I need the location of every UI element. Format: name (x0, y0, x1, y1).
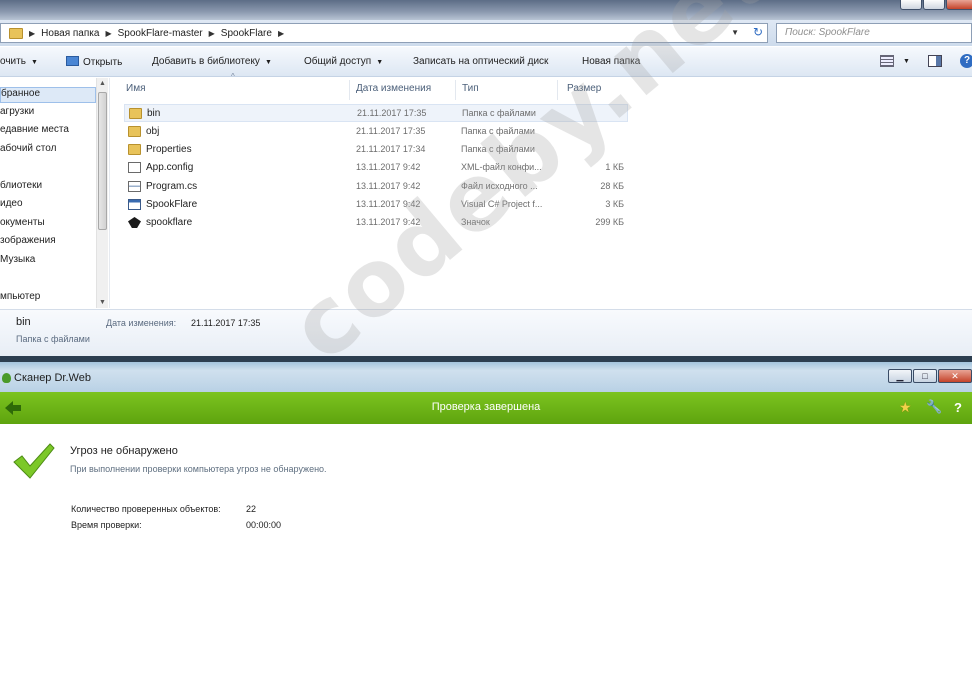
help-icon[interactable]: ? (960, 54, 972, 68)
file-date: 21.11.2017 17:34 (356, 144, 426, 154)
folder-icon (128, 144, 141, 155)
nav-item-computer[interactable]: мпьютер (0, 291, 96, 307)
scroll-up-icon[interactable]: ▲ (99, 80, 106, 87)
scroll-down-icon[interactable]: ▼ (99, 299, 106, 306)
burn-button[interactable]: Записать на оптический диск (413, 56, 548, 67)
file-size: 299 КБ (595, 217, 624, 227)
nav-item-favorites[interactable]: бранное (0, 87, 96, 103)
add-to-library-label: Добавить в библиотеку (152, 56, 260, 67)
breadcrumb-item[interactable]: SpookFlare-master (118, 28, 203, 39)
drweb-header-bar: Проверка завершена ★ 🔧 ? (0, 392, 972, 424)
stat-label: Время проверки: (71, 520, 142, 530)
file-date: 21.11.2017 17:35 (356, 126, 426, 136)
nav-item-libraries[interactable]: блиотеки (0, 180, 96, 196)
result-description: При выполнении проверки компьютера угроз… (70, 464, 327, 474)
chevron-down-icon: ▼ (376, 59, 384, 66)
file-name: Properties (146, 144, 192, 155)
share-button[interactable]: Общий доступ ▼ (304, 56, 383, 67)
file-name: Program.cs (146, 181, 198, 192)
maximize-button[interactable] (923, 0, 945, 10)
breadcrumb-item[interactable]: SpookFlare (221, 28, 272, 39)
chevron-right-icon: ▶ (105, 28, 112, 38)
cs-file-icon (128, 181, 141, 192)
open-icon (66, 56, 79, 66)
stat-value: 22 (246, 504, 257, 514)
chevron-down-icon: ▼ (30, 59, 38, 66)
chevron-down-icon: ▼ (264, 59, 272, 66)
file-name: App.config (146, 162, 194, 173)
chevron-right-icon: ▶ (208, 28, 215, 38)
window-title: Сканер Dr.Web (14, 372, 91, 384)
star-icon[interactable]: ★ (899, 399, 912, 416)
column-header-date[interactable]: Дата изменения (356, 80, 456, 100)
folder-icon (129, 108, 142, 119)
drweb-scanner-window: Сканер Dr.Web ▁ □ ✕ Проверка завершена ★… (0, 356, 972, 684)
navigation-pane: бранное агрузки едавние места абочий сто… (0, 78, 110, 308)
chevron-right-icon[interactable]: ▶ (278, 29, 284, 38)
result-heading: Угроз не обнаружено (70, 445, 178, 457)
nav-scrollbar[interactable]: ▲ ▼ (96, 78, 108, 308)
minimize-button[interactable]: ▁ (888, 369, 912, 383)
file-name: spookflare (146, 217, 193, 228)
chevron-down-icon[interactable]: ▼ (903, 58, 910, 65)
config-file-icon (128, 162, 141, 173)
csproj-file-icon (128, 199, 141, 210)
file-name: bin (147, 108, 161, 119)
open-label: Открыть (83, 57, 123, 68)
file-date: 13.11.2017 9:42 (356, 162, 421, 172)
chevron-right-icon: ▶ (29, 28, 36, 38)
nav-item-desktop[interactable]: абочий стол (0, 143, 96, 159)
nav-item-music[interactable]: Музыка (0, 254, 96, 270)
details-pane: bin Дата изменения: 21.11.2017 17:35 Пап… (0, 309, 972, 356)
details-date-label: Дата изменения: (106, 318, 177, 328)
close-button[interactable]: ✕ (938, 369, 972, 383)
organize-button[interactable]: очить ▼ (0, 56, 38, 67)
address-row: ▶ Новая папка ▶ SpookFlare-master ▶ Spoo… (0, 20, 972, 46)
folder-icon (128, 126, 141, 137)
organize-label: очить (0, 56, 26, 67)
nav-item-downloads[interactable]: агрузки (0, 106, 96, 122)
nav-item-images[interactable]: зображения (0, 235, 96, 251)
file-size: 3 КБ (605, 199, 624, 209)
wrench-icon[interactable]: 🔧 (926, 399, 942, 415)
folder-icon (9, 27, 23, 39)
stat-value: 00:00:00 (246, 520, 282, 530)
view-options-icon[interactable] (880, 55, 894, 67)
scrollbar-thumb[interactable] (98, 92, 107, 230)
nav-item-video[interactable]: идео (0, 198, 96, 214)
preview-pane-icon[interactable] (928, 55, 942, 67)
command-bar: очить ▼ Открыть Добавить в библиотеку ▼ Об… (0, 47, 972, 77)
minimize-button[interactable] (900, 0, 922, 10)
details-type: Папка с файлами (16, 334, 90, 344)
file-name: obj (146, 126, 160, 137)
nav-item-documents[interactable]: окументы (0, 217, 96, 233)
drweb-logo-icon (2, 373, 11, 383)
add-to-library-button[interactable]: Добавить в библиотеку ▼ (152, 56, 272, 67)
details-name: bin (16, 316, 31, 328)
nav-item-recent[interactable]: едавние места (0, 124, 96, 140)
status-title: Проверка завершена (431, 401, 541, 413)
search-input[interactable]: Поиск: SpookFlare (776, 23, 972, 43)
spookflare-ico-icon (128, 217, 141, 228)
drweb-titlebar: Сканер Dr.Web ▁ □ ✕ (0, 356, 972, 392)
close-button[interactable] (946, 0, 972, 10)
maximize-button[interactable]: □ (913, 369, 937, 383)
breadcrumb-item[interactable]: Новая папка (41, 28, 99, 39)
checkmark-icon (13, 443, 55, 479)
file-name: SpookFlare (146, 199, 198, 210)
help-icon[interactable]: ? (954, 400, 962, 415)
stat-label: Количество проверенных объектов: (71, 504, 221, 514)
open-button[interactable]: Открыть (66, 56, 122, 68)
explorer-titlebar (0, 0, 972, 20)
share-label: Общий доступ (304, 56, 372, 67)
file-date: 21.11.2017 17:35 (357, 108, 427, 118)
details-date-value: 21.11.2017 17:35 (191, 318, 261, 328)
column-header-name[interactable]: Имя (126, 80, 350, 100)
